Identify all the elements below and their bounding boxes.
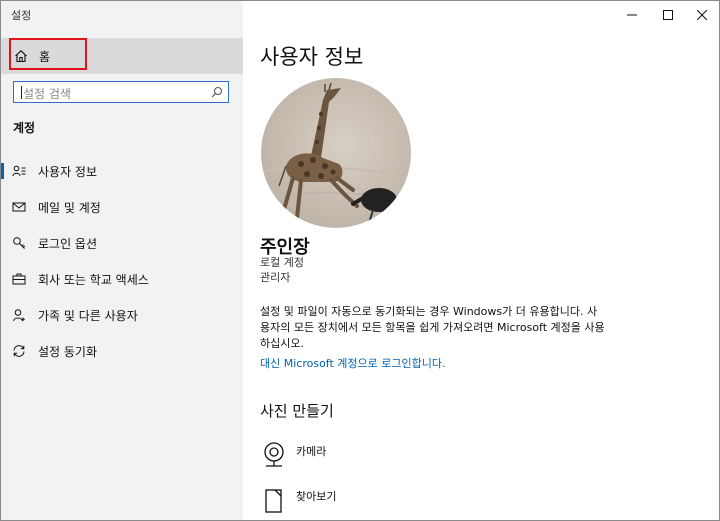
app-title: 설정	[11, 9, 32, 22]
sidebar-item-label: 로그인 옵션	[38, 237, 98, 251]
text-caret	[21, 86, 22, 99]
sidebar-item-sync[interactable]: 설정 동기화	[1, 337, 243, 365]
section-header-accounts: 계정	[13, 121, 36, 135]
sidebar-item-label: 사용자 정보	[38, 165, 98, 179]
microsoft-signin-link[interactable]: 대신 Microsoft 계정으로 로그인합니다.	[260, 355, 445, 371]
photo-section-title: 사진 만들기	[260, 402, 334, 420]
account-type: 로컬 계정	[260, 256, 304, 269]
giraffe-photo	[261, 78, 411, 228]
close-icon	[697, 10, 707, 20]
browse-icon[interactable]	[263, 487, 285, 513]
sidebar-item-family[interactable]: 가족 및 다른 사용자	[1, 301, 243, 329]
person-add-icon	[13, 309, 25, 322]
sync-description: 설정 및 파일이 자동으로 동기화되는 경우 Windows가 더 유용합니다.…	[260, 305, 605, 350]
user-info-icon	[12, 165, 26, 177]
active-indicator	[1, 163, 4, 179]
mail-icon	[12, 202, 26, 212]
search-icon[interactable]	[211, 86, 223, 98]
sync-icon	[13, 345, 25, 357]
highlight-box	[9, 38, 87, 70]
maximize-button[interactable]	[651, 1, 685, 29]
settings-window: 설정 홈 설정 검색 계정 사용자 정보 메일 및 계정 로그인 옵션 회사 또…	[0, 0, 720, 521]
minimize-icon	[627, 14, 637, 16]
minimize-button[interactable]	[615, 1, 649, 29]
sidebar-item-signin-options[interactable]: 로그인 옵션	[1, 229, 243, 257]
profile-picture[interactable]	[261, 78, 411, 228]
close-button[interactable]	[685, 1, 719, 29]
sidebar-item-label: 설정 동기화	[38, 345, 98, 359]
key-icon	[13, 237, 26, 249]
page-title: 사용자 정보	[260, 45, 364, 69]
sidebar-item-mail[interactable]: 메일 및 계정	[1, 193, 243, 221]
browse-option-label[interactable]: 찾아보기	[296, 488, 336, 504]
sidebar-item-label: 가족 및 다른 사용자	[38, 309, 138, 323]
briefcase-icon	[12, 273, 26, 285]
camera-option-label[interactable]: 카메라	[296, 443, 326, 459]
sidebar-item-user-info[interactable]: 사용자 정보	[1, 157, 243, 185]
sidebar-item-label: 회사 또는 학교 액세스	[38, 273, 149, 287]
search-input[interactable]: 설정 검색	[13, 81, 229, 103]
maximize-icon	[663, 10, 673, 20]
sidebar-item-work-school[interactable]: 회사 또는 학교 액세스	[1, 265, 243, 293]
sidebar-item-label: 메일 및 계정	[38, 201, 101, 215]
home-nav-item[interactable]: 홈	[1, 38, 243, 74]
account-role: 관리자	[260, 271, 291, 284]
search-placeholder: 설정 검색	[23, 87, 71, 101]
camera-icon[interactable]	[263, 441, 285, 467]
sidebar: 설정 홈 설정 검색 계정 사용자 정보 메일 및 계정 로그인 옵션 회사 또…	[1, 1, 243, 520]
